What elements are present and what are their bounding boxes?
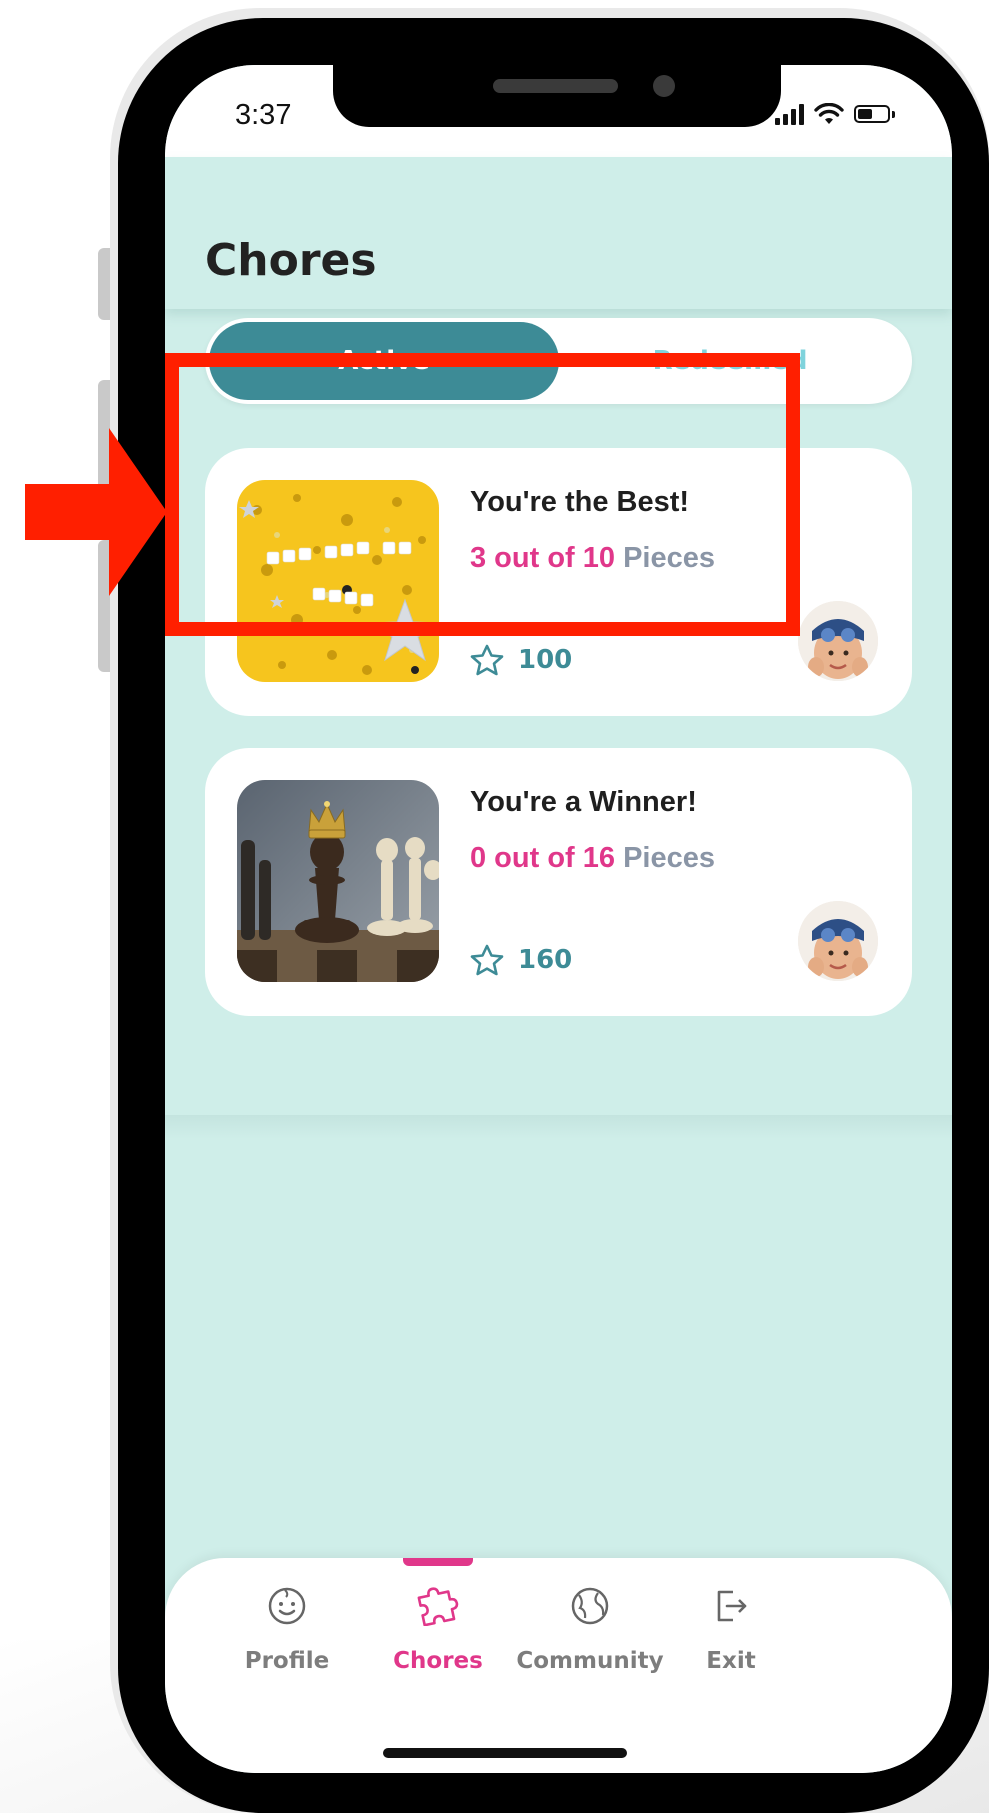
battery-tip (892, 110, 895, 118)
chore-card[interactable]: You're a Winner! 0 out of 16 Pieces 160 (205, 748, 912, 1016)
nav-label: Profile (244, 1648, 330, 1674)
nav-label: Chores (393, 1648, 483, 1674)
chore-thumbnail-chess (237, 780, 439, 982)
nav-label: Community (516, 1648, 664, 1674)
page-header: Chores (165, 157, 952, 309)
chore-progress: 0 out of 16 Pieces (470, 842, 715, 875)
child-avatar[interactable] (798, 901, 878, 981)
notch (333, 65, 781, 127)
chore-title: You're a Winner! (470, 786, 697, 818)
chore-points: 100 (470, 644, 572, 676)
nav-exit[interactable]: Exit (651, 1586, 811, 1696)
chore-progress: 3 out of 10 Pieces (470, 542, 715, 575)
nav-community[interactable]: Community (510, 1586, 670, 1696)
status-icons (775, 103, 895, 125)
page-title: Chores (205, 235, 377, 286)
front-camera (653, 75, 675, 97)
content-divider (165, 1115, 952, 1139)
puzzle-piece-icon (417, 1587, 459, 1626)
exit-door-icon (717, 1590, 747, 1622)
star-outline-icon (470, 644, 504, 676)
star-outline-icon (470, 944, 504, 976)
progress-count: 0 out of 16 (470, 842, 616, 874)
progress-unit: Pieces (615, 542, 715, 574)
phone-screen: 3:37 Chores Active Redeemed You're the B… (165, 65, 952, 1773)
nav-chores[interactable]: Chores (358, 1586, 518, 1696)
chore-title: You're the Best! (470, 486, 690, 518)
home-indicator[interactable] (383, 1748, 627, 1758)
tab-redeemed[interactable]: Redeemed (555, 322, 905, 400)
smiley-face-icon (268, 1587, 306, 1625)
chore-card[interactable]: You're the Best! 3 out of 10 Pieces 100 (205, 448, 912, 716)
selected-tab-indicator (403, 1558, 473, 1566)
tab-active[interactable]: Active (209, 322, 559, 400)
pointer-arrow-icon (25, 428, 167, 596)
status-time: 3:37 (235, 99, 292, 131)
nav-label: Exit (706, 1648, 756, 1674)
progress-count: 3 out of 10 (470, 542, 616, 574)
chore-status-toggle: Active Redeemed (205, 318, 912, 404)
battery-icon (854, 105, 890, 123)
points-value: 160 (518, 945, 573, 975)
signal-icon (775, 103, 804, 125)
status-bar: 3:37 (165, 65, 952, 157)
points-value: 100 (518, 645, 573, 675)
chore-thumbnail-confetti (237, 480, 439, 682)
globe-icon (571, 1587, 609, 1625)
bottom-nav: Profile Chores Community Exit (165, 1558, 952, 1773)
child-avatar[interactable] (798, 601, 878, 681)
progress-unit: Pieces (615, 842, 715, 874)
nav-profile[interactable]: Profile (207, 1586, 367, 1696)
wifi-icon (814, 103, 844, 124)
speaker (493, 79, 618, 93)
chore-points: 160 (470, 944, 572, 976)
